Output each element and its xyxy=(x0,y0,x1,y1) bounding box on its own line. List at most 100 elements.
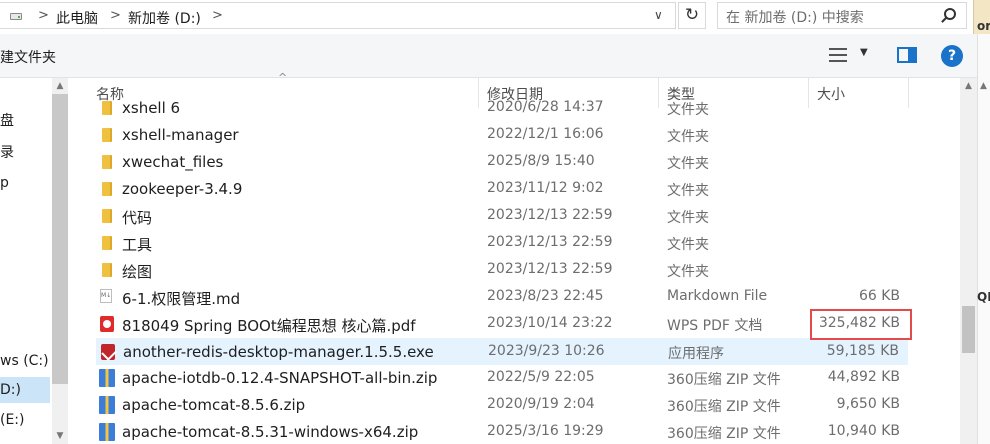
md-icon xyxy=(100,289,112,303)
search-placeholder: 在 新加卷 (D:) 中搜索 xyxy=(726,10,864,26)
nav-item[interactable]: 录 xyxy=(0,140,50,166)
view-options-chevron-down-icon[interactable]: ▼ xyxy=(860,47,868,58)
file-type: WPS PDF 文档 xyxy=(667,318,763,334)
file-type: 文件夹 xyxy=(667,183,709,199)
file-row[interactable]: another-redis-desktop-manager.1.5.5.exe … xyxy=(96,338,908,365)
search-input[interactable]: 在 新加卷 (D:) 中搜索 xyxy=(717,2,967,29)
file-date: 2023/12/13 22:59 xyxy=(487,234,613,250)
file-date: 2023/12/13 22:59 xyxy=(487,207,613,223)
file-name: 代码 xyxy=(122,209,153,227)
file-date: 2023/11/12 9:02 xyxy=(487,180,604,196)
file-size: 10,940 KB xyxy=(827,423,900,439)
breadcrumb-separator: > xyxy=(212,8,223,23)
address-history-chevron-down-icon[interactable]: ∨ xyxy=(654,8,663,22)
zip-icon xyxy=(99,423,115,441)
file-type: 应用程序 xyxy=(668,346,724,362)
sort-ascending-icon: ^ xyxy=(278,71,288,84)
redis-icon xyxy=(101,344,115,360)
address-row: > 此电脑 > 新加卷 (D:) > ∨ ↻ 在 新加卷 (D:) 中搜索 or xyxy=(0,0,990,40)
file-type: 360压缩 ZIP 文件 xyxy=(667,399,781,415)
zip-icon xyxy=(99,369,115,387)
folder-icon xyxy=(102,263,112,277)
file-row[interactable]: xwechat_files 2025/8/9 15:40 文件夹 xyxy=(96,149,908,176)
nav-item[interactable]: 盘 xyxy=(0,108,50,134)
background-scroll-up-icon: ▲ xyxy=(980,81,987,91)
nav-item[interactable]: p xyxy=(0,170,50,196)
scroll-up-icon[interactable]: ▲ xyxy=(960,78,977,95)
file-date: 2025/8/9 15:40 xyxy=(487,153,595,169)
new-folder-button[interactable]: 建文件夹 xyxy=(0,47,56,67)
file-row[interactable]: 代码 2023/12/13 22:59 文件夹 xyxy=(96,203,908,230)
file-name: apache-iotdb-0.12.4-SNAPSHOT-all-bin.zip xyxy=(122,369,438,387)
file-type: 360压缩 ZIP 文件 xyxy=(667,426,781,442)
file-type: 文件夹 xyxy=(667,264,709,280)
zip-icon xyxy=(99,396,115,414)
file-date: 2025/3/16 19:29 xyxy=(487,423,604,439)
file-type: 文件夹 xyxy=(667,102,709,118)
nav-scroll-up-icon[interactable]: ▲ xyxy=(52,78,68,94)
file-row[interactable]: 818049 Spring BOOt编程思想 核心篇.pdf 2023/10/1… xyxy=(96,311,908,338)
file-name: another-redis-desktop-manager.1.5.5.exe xyxy=(123,343,434,361)
background-window-text: or xyxy=(977,19,990,33)
nav-item-drive-d[interactable]: D:) xyxy=(0,377,50,403)
file-date: 2020/6/28 14:37 xyxy=(487,100,604,115)
file-type: 360压缩 ZIP 文件 xyxy=(667,372,781,388)
file-row[interactable]: apache-tomcat-8.5.31-windows-x64.zip 202… xyxy=(96,419,908,444)
file-date: 2023/9/23 10:26 xyxy=(488,343,605,359)
file-list: xshell 6 2020/6/28 14:37 文件夹 xshell-mana… xyxy=(70,100,960,444)
folder-icon xyxy=(102,128,112,142)
file-row[interactable]: 工具 2023/12/13 22:59 文件夹 xyxy=(96,230,908,257)
breadcrumb-this-pc[interactable]: 此电脑 xyxy=(56,8,98,28)
drive-icon xyxy=(10,13,22,20)
file-name: apache-tomcat-8.5.31-windows-x64.zip xyxy=(122,423,419,441)
command-bar: 建文件夹 ▼ ? xyxy=(0,34,990,78)
file-name: 818049 Spring BOOt编程思想 核心篇.pdf xyxy=(122,317,416,335)
file-row[interactable]: apache-iotdb-0.12.4-SNAPSHOT-all-bin.zip… xyxy=(96,365,908,392)
folder-icon xyxy=(102,182,112,196)
file-type: 文件夹 xyxy=(667,237,709,253)
file-name: 绘图 xyxy=(122,263,153,281)
file-row[interactable]: zookeeper-3.4.9 2023/11/12 9:02 文件夹 xyxy=(96,176,908,203)
refresh-button[interactable]: ↻ xyxy=(678,2,706,29)
nav-item-drive-c[interactable]: ws (C:) xyxy=(0,348,50,374)
help-icon[interactable]: ? xyxy=(941,45,963,67)
address-bar[interactable]: > 此电脑 > 新加卷 (D:) > ∨ xyxy=(0,2,676,29)
file-size: 66 KB xyxy=(858,288,900,304)
file-date: 2023/8/23 22:45 xyxy=(487,288,604,304)
background-window-edge xyxy=(977,34,990,444)
file-list-scrollbar-track[interactable] xyxy=(960,78,977,444)
file-type: 文件夹 xyxy=(667,156,709,172)
breadcrumb-drive-d[interactable]: 新加卷 (D:) xyxy=(128,8,201,28)
file-name: zookeeper-3.4.9 xyxy=(122,180,243,198)
file-row[interactable]: xshell-manager 2022/12/1 16:06 文件夹 xyxy=(96,122,908,149)
nav-scroll-down-icon[interactable]: ▼ xyxy=(52,428,68,444)
nav-item-drive-e[interactable]: (E:) xyxy=(0,407,50,433)
folder-icon xyxy=(102,155,112,169)
preview-pane-icon[interactable] xyxy=(897,47,917,63)
nav-scrollbar-thumb[interactable] xyxy=(52,94,68,384)
file-list-scrollbar-thumb[interactable] xyxy=(962,306,975,353)
folder-icon xyxy=(102,236,112,250)
file-date: 2022/5/9 22:05 xyxy=(487,369,595,385)
breadcrumb-separator: > xyxy=(38,8,49,23)
file-type: 文件夹 xyxy=(667,129,709,145)
background-window-text: QL xyxy=(977,290,990,304)
file-row[interactable]: xshell 6 2020/6/28 14:37 文件夹 xyxy=(96,100,908,122)
file-name: xshell 6 xyxy=(122,100,181,117)
file-type: 文件夹 xyxy=(667,210,709,226)
file-name: xwechat_files xyxy=(122,153,224,171)
file-date: 2022/12/1 16:06 xyxy=(487,126,604,142)
file-row[interactable]: apache-tomcat-8.5.6.zip 2020/9/19 2:04 3… xyxy=(96,392,908,419)
file-size: 44,892 KB xyxy=(827,369,900,385)
pdf-icon xyxy=(100,316,114,332)
file-size: 59,185 KB xyxy=(826,343,899,359)
file-row[interactable]: 6-1.权限管理.md 2023/8/23 22:45 Markdown Fil… xyxy=(96,284,908,311)
file-row[interactable]: 绘图 2023/12/13 22:59 文件夹 xyxy=(96,257,908,284)
details-view-icon[interactable] xyxy=(829,48,847,62)
file-name: apache-tomcat-8.5.6.zip xyxy=(122,396,306,414)
file-size: 9,650 KB xyxy=(836,396,900,412)
file-type: Markdown File xyxy=(667,288,768,304)
file-name: 工具 xyxy=(122,236,153,254)
file-date: 2023/10/14 23:22 xyxy=(487,315,613,331)
file-name: xshell-manager xyxy=(122,126,239,144)
